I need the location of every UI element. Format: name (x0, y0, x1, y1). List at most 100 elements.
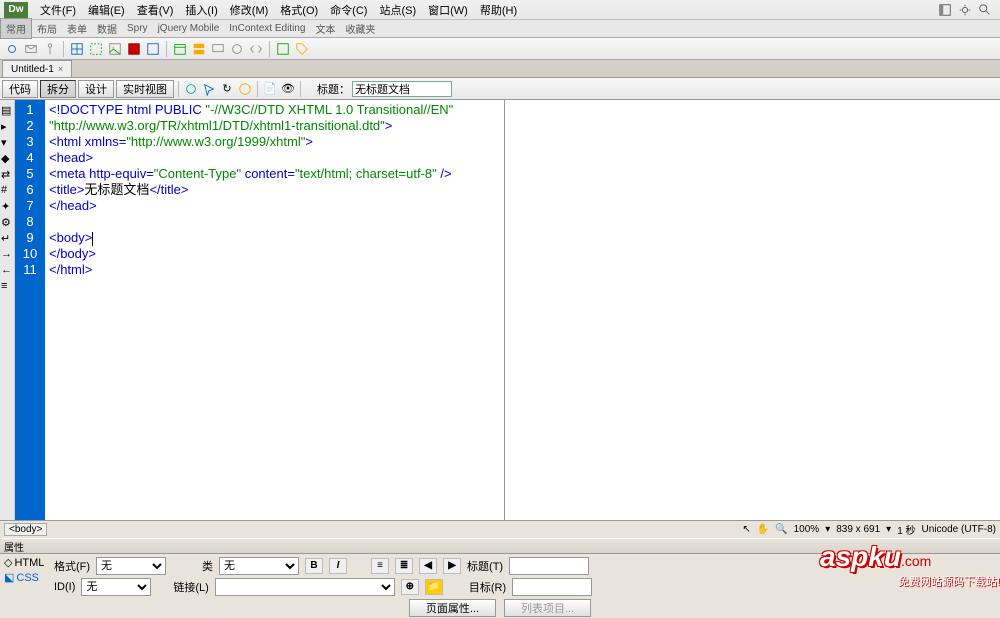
template-icon[interactable] (275, 41, 291, 57)
main-area: ▤ ▸ ▾ ◆ ⇄ # ✦ ⚙ ↵ → ← ≡ 1234567891011 <!… (0, 100, 1000, 520)
view-button-拆分[interactable]: 拆分 (40, 80, 76, 98)
view-button-设计[interactable]: 设计 (78, 80, 114, 98)
ol-button[interactable]: ≣ (395, 558, 413, 574)
menu-item[interactable]: 帮助(H) (474, 0, 523, 20)
document-tab[interactable]: Untitled-1 × (2, 60, 72, 77)
expand-icon[interactable]: ▾ (1, 136, 13, 148)
email-icon[interactable] (23, 41, 39, 57)
layout-icon[interactable] (938, 3, 952, 17)
format-select[interactable]: 无 (96, 557, 166, 575)
category-tab[interactable]: 文本 (310, 19, 340, 38)
zoom-icon[interactable]: 🔍 (775, 524, 787, 535)
category-tab[interactable]: 数据 (92, 19, 122, 38)
outdent-icon[interactable]: ← (1, 264, 13, 276)
syntax-icon[interactable]: ⚙ (1, 216, 13, 228)
menu-item[interactable]: 命令(C) (324, 0, 373, 20)
search-icon[interactable] (978, 3, 992, 17)
tag-selector[interactable]: <body> (4, 523, 47, 536)
category-tab[interactable]: jQuery Mobile (153, 21, 225, 36)
format-label: 格式(F) (54, 558, 90, 574)
category-tab[interactable]: InContext Editing (224, 21, 310, 36)
title-attr-input[interactable] (509, 557, 589, 575)
outdent-button[interactable]: ◀ (419, 558, 437, 574)
menubar: Dw 文件(F)编辑(E)查看(V)插入(I)修改(M)格式(O)命令(C)站点… (0, 0, 1000, 20)
indent-icon[interactable]: → (1, 248, 13, 260)
target-label: 目标(R) (469, 579, 506, 595)
hand-icon[interactable]: ✋ (757, 524, 769, 535)
inspect-icon[interactable] (201, 81, 217, 97)
refresh-icon[interactable]: ↻ (219, 81, 235, 97)
hyperlink-icon[interactable] (4, 41, 20, 57)
collapse-icon[interactable]: ▸ (1, 120, 13, 132)
category-tab[interactable]: 布局 (32, 19, 62, 38)
view-button-实时视图[interactable]: 实时视图 (116, 80, 174, 98)
page-properties-button[interactable]: 页面属性... (409, 599, 496, 617)
table-icon[interactable] (69, 41, 85, 57)
line-num-icon[interactable]: # (1, 184, 13, 196)
script-icon[interactable] (248, 41, 264, 57)
menu-item[interactable]: 窗口(W) (422, 0, 474, 20)
ul-button[interactable]: ≡ (371, 558, 389, 574)
live-code-icon[interactable] (183, 81, 199, 97)
category-tab[interactable]: 常用 (0, 18, 32, 39)
html-mode-button[interactable]: ◇ HTML (4, 556, 54, 569)
class-select[interactable]: 无 (219, 557, 299, 575)
code-editor[interactable]: 1234567891011 <!DOCTYPE html PUBLIC "-//… (15, 100, 505, 520)
comment-icon[interactable] (210, 41, 226, 57)
encoding[interactable]: Unicode (UTF-8) (922, 524, 996, 535)
anchor-icon[interactable] (42, 41, 58, 57)
italic-button[interactable]: I (329, 558, 347, 574)
menu-item[interactable]: 编辑(E) (82, 0, 131, 20)
line-numbers: 1234567891011 (15, 100, 45, 520)
indent-button[interactable]: ▶ (443, 558, 461, 574)
category-tab[interactable]: Spry (122, 21, 153, 36)
head-icon[interactable] (229, 41, 245, 57)
css-mode-button[interactable]: ⬕ CSS (4, 571, 54, 584)
bold-button[interactable]: B (305, 558, 323, 574)
gear-icon[interactable] (958, 3, 972, 17)
view-button-代码[interactable]: 代码 (2, 80, 38, 98)
insert-toolbar (0, 38, 1000, 60)
design-preview[interactable] (505, 100, 1000, 520)
menu-item[interactable]: 修改(M) (224, 0, 275, 20)
code-content[interactable]: <!DOCTYPE html PUBLIC "-//W3C//DTD XHTML… (45, 100, 504, 520)
preview-icon[interactable]: 👁 (280, 81, 296, 97)
date-icon[interactable] (172, 41, 188, 57)
server-icon[interactable] (191, 41, 207, 57)
category-tab[interactable]: 表单 (62, 19, 92, 38)
format-icon[interactable]: ≡ (1, 280, 13, 292)
menu-item[interactable]: 插入(I) (179, 0, 223, 20)
file-mgmt-icon[interactable]: 📄 (262, 81, 278, 97)
title-input[interactable] (352, 81, 452, 97)
view-toolbar: 代码拆分设计实时视图 ↻ 📄 👁 标题： (0, 78, 1000, 100)
window-size[interactable]: 839 x 691 (836, 524, 880, 535)
wrap-icon[interactable]: ↵ (1, 232, 13, 244)
balance-icon[interactable]: ⇄ (1, 168, 13, 180)
div-icon[interactable] (88, 41, 104, 57)
media-icon[interactable] (126, 41, 142, 57)
zoom-level[interactable]: 100% (794, 524, 820, 535)
app-logo: Dw (4, 2, 28, 18)
menu-item[interactable]: 格式(O) (274, 0, 324, 20)
browse-icon[interactable] (237, 81, 253, 97)
browse-file-icon[interactable]: 📁 (425, 579, 443, 595)
close-icon[interactable]: × (58, 64, 63, 74)
tag-icon[interactable] (294, 41, 310, 57)
menu-item[interactable]: 文件(F) (34, 0, 82, 20)
highlight-icon[interactable]: ✦ (1, 200, 13, 212)
bottom-buttons: 页面属性... 列表项目... (0, 598, 1000, 618)
menu-item[interactable]: 查看(V) (131, 0, 180, 20)
widget-icon[interactable] (145, 41, 161, 57)
category-tabs: 常用布局表单数据SpryjQuery MobileInContext Editi… (0, 20, 1000, 38)
link-target-icon[interactable]: ⊕ (401, 579, 419, 595)
download-time: 1 秒 (897, 522, 915, 537)
link-label: 链接(L) (173, 579, 208, 595)
document-tab-label: Untitled-1 (11, 64, 54, 75)
image-icon[interactable] (107, 41, 123, 57)
select-parent-icon[interactable]: ◆ (1, 152, 13, 164)
id-label: ID(I) (54, 581, 75, 593)
category-tab[interactable]: 收藏夹 (340, 19, 380, 38)
open-docs-icon[interactable]: ▤ (1, 104, 13, 116)
pointer-icon[interactable]: ↖ (742, 524, 750, 535)
menu-item[interactable]: 站点(S) (373, 0, 422, 20)
